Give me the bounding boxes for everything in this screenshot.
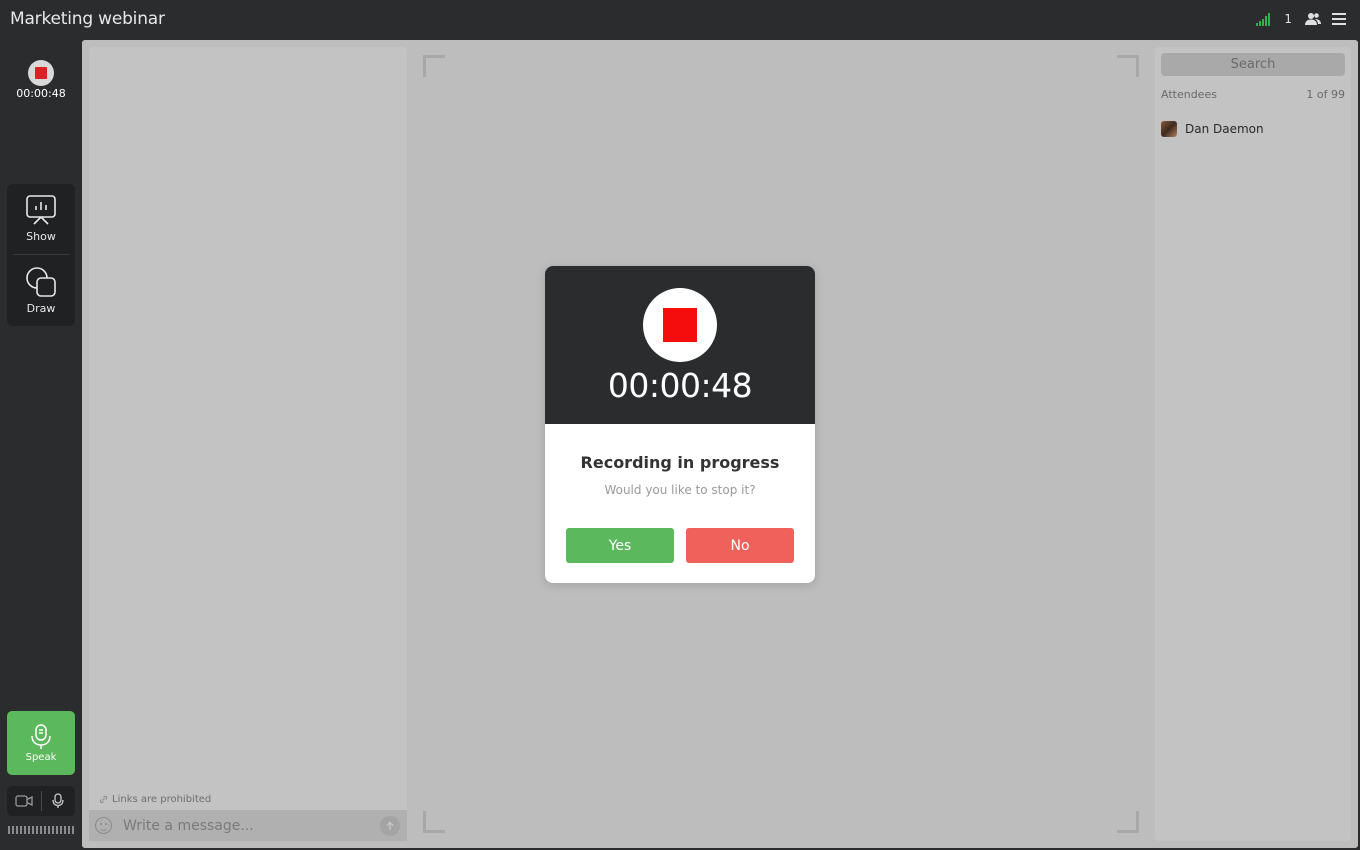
draw-button[interactable]: Draw — [7, 256, 75, 326]
frame-corner — [423, 55, 445, 77]
audio-level-meter — [8, 826, 74, 834]
top-right-controls: 1 — [1256, 11, 1348, 27]
emoji-icon[interactable] — [95, 817, 112, 834]
tool-divider — [13, 254, 69, 255]
attendees-label: Attendees — [1161, 88, 1217, 101]
draw-label: Draw — [26, 302, 56, 315]
shapes-icon — [26, 267, 56, 297]
speak-label: Speak — [25, 751, 57, 763]
no-button[interactable]: No — [686, 528, 794, 563]
search-input[interactable] — [1161, 53, 1345, 76]
dialog-title: Recording in progress — [580, 453, 780, 472]
microphone-icon — [31, 723, 51, 749]
media-controls — [7, 786, 75, 816]
message-input[interactable] — [123, 814, 363, 837]
camera-icon — [15, 795, 33, 807]
dialog-header: 00:00:48 — [545, 266, 815, 424]
show-button[interactable]: Show — [7, 184, 75, 254]
chat-panel: Links are prohibited — [89, 47, 407, 841]
frame-corner — [1117, 811, 1139, 833]
page-title: Marketing webinar — [10, 9, 165, 29]
attendees-header: Attendees 1 of 99 — [1161, 88, 1345, 101]
frame-corner — [423, 811, 445, 833]
record-stop-icon — [643, 288, 717, 362]
send-button[interactable] — [380, 816, 400, 836]
show-label: Show — [26, 230, 56, 243]
signal-bars-icon — [1256, 12, 1271, 26]
record-stop-icon[interactable] — [28, 60, 54, 86]
avatar — [1161, 121, 1177, 137]
dialog-subtitle: Would you like to stop it? — [604, 483, 756, 497]
dialog-timer: 00:00:48 — [607, 366, 753, 405]
left-rail: 00:00:48 Show Draw Speak — [0, 40, 82, 850]
microphone-small-icon — [52, 793, 64, 808]
frame-corner — [1117, 55, 1139, 77]
presentation-icon — [26, 195, 56, 225]
hamburger-menu-icon[interactable] — [1330, 11, 1348, 27]
tool-group: Show Draw — [7, 184, 75, 326]
camera-toggle[interactable] — [7, 786, 41, 816]
links-note-text: Links are prohibited — [112, 794, 212, 805]
links-note: Links are prohibited — [99, 794, 211, 805]
link-icon — [99, 795, 108, 804]
recording-timer: 00:00:48 — [16, 87, 66, 100]
speak-button[interactable]: Speak — [7, 711, 75, 775]
top-bar: Marketing webinar 1 — [0, 0, 1360, 40]
participant-count: 1 — [1284, 12, 1292, 26]
list-item[interactable]: Dan Daemon — [1161, 121, 1264, 137]
attendee-name: Dan Daemon — [1185, 122, 1264, 136]
message-bar — [89, 810, 407, 841]
attendees-count: 1 of 99 — [1306, 88, 1345, 101]
people-icon[interactable] — [1304, 11, 1322, 27]
stop-recording-dialog: 00:00:48 Recording in progress Would you… — [545, 266, 815, 583]
microphone-toggle[interactable] — [41, 786, 75, 816]
arrow-up-icon — [386, 821, 394, 830]
attendees-panel: Attendees 1 of 99 Dan Daemon — [1155, 47, 1351, 841]
yes-button[interactable]: Yes — [566, 528, 674, 563]
